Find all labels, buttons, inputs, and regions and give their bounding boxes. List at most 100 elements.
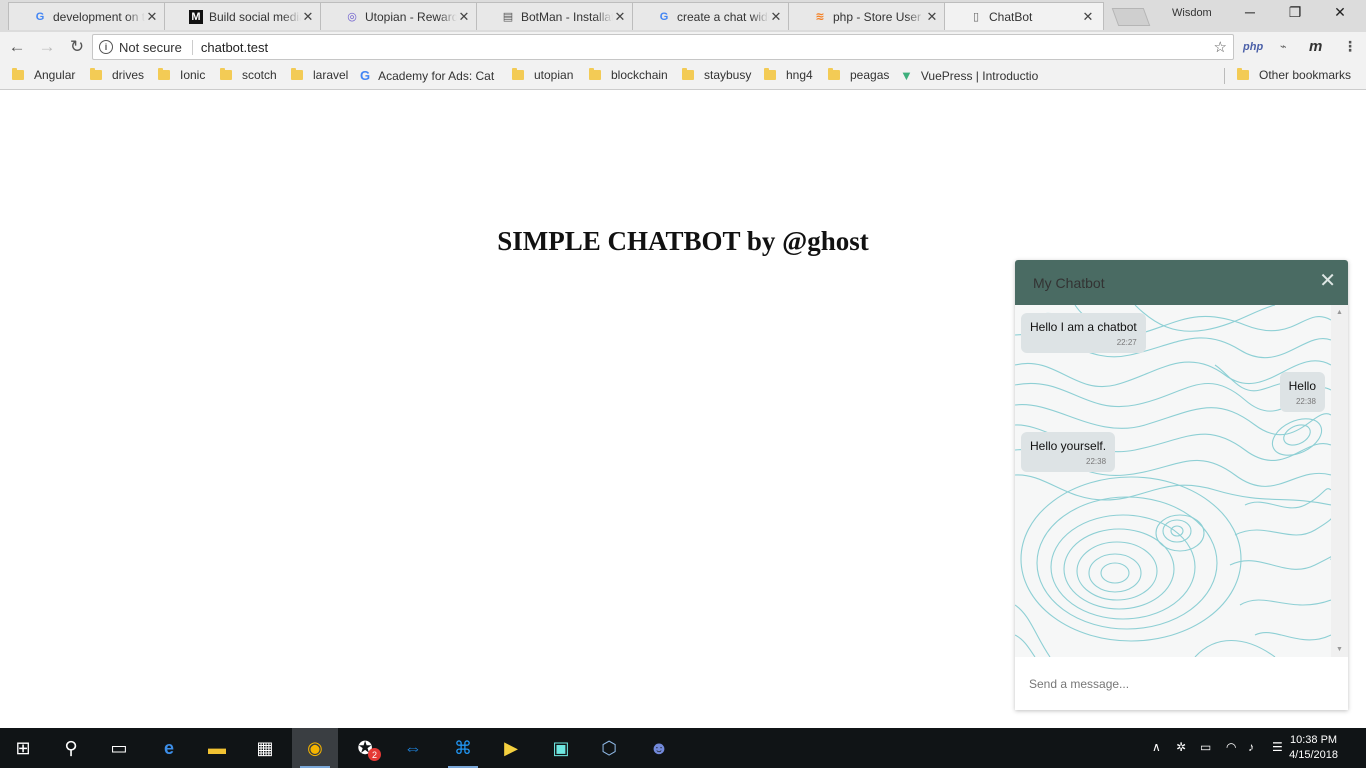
search-icon[interactable]: ⚲	[48, 728, 94, 768]
folder-icon	[828, 68, 840, 80]
bookmark-label: staybusy	[704, 68, 752, 82]
bookmark-blockchain[interactable]: blockchain	[589, 68, 668, 82]
terminal-icon[interactable]: ▣	[538, 728, 584, 768]
tab-strip: G development on the ✕ M Build social me…	[0, 0, 1366, 32]
bookmark-laravel[interactable]: laravel	[291, 68, 348, 82]
tab-5[interactable]: G create a chat widget ✕	[632, 2, 792, 30]
chat-header: My Chatbot ✕	[1015, 260, 1348, 305]
bookmark-label: Ionic	[180, 68, 206, 82]
chrome-icon[interactable]: ◉	[292, 728, 338, 768]
tab-2[interactable]: M Build social media ✕	[164, 2, 324, 30]
folder-icon	[291, 68, 303, 80]
page-icon: ▯	[972, 11, 980, 23]
bookmark-label: laravel	[313, 68, 349, 82]
google-icon: G	[659, 10, 669, 23]
folder-icon	[158, 68, 170, 80]
chevron-up-icon[interactable]: ∧	[1152, 740, 1161, 754]
message-input[interactable]	[1015, 658, 1348, 710]
url-text[interactable]: chatbot.test	[201, 40, 268, 55]
tab-title: BotMan - Installation	[521, 9, 613, 24]
folder-icon	[220, 68, 232, 80]
bot-message: Hello I am a chatbot 22:27	[1021, 313, 1146, 353]
tab-title: ChatBot	[989, 9, 1033, 24]
tab-3[interactable]: ◎ Utopian - Rewarding ✕	[320, 2, 480, 30]
close-icon[interactable]: ✕	[769, 9, 783, 25]
bookmark-label: utopian	[534, 68, 574, 82]
minimize-icon[interactable]: ─	[1230, 4, 1270, 20]
teamviewer-icon[interactable]: ⇔	[390, 728, 436, 768]
security-indicator[interactable]: Not secure	[119, 39, 193, 55]
folder-icon	[1237, 68, 1249, 80]
bookmark-angular[interactable]: Angular	[12, 68, 75, 82]
other-bookmarks[interactable]: Other bookmarks	[1237, 68, 1351, 82]
chat-widget: My Chatbot ✕ Hello I am a chatbot 22:27 …	[1015, 260, 1348, 710]
scroll-up-icon[interactable]: ▲	[1336, 309, 1343, 316]
virtualbox-icon[interactable]: ⬡	[586, 728, 632, 768]
file-explorer-icon[interactable]: ▬	[194, 728, 240, 768]
edge-icon[interactable]: e	[146, 728, 192, 768]
message-text: Hello	[1288, 379, 1316, 393]
window-close-icon[interactable]: ✕	[1320, 4, 1360, 21]
message-text: Hello I am a chatbot	[1030, 320, 1137, 334]
volume-icon[interactable]: ♪	[1248, 740, 1254, 754]
address-bar[interactable]: i Not secure chatbot.test ☆	[92, 34, 1234, 60]
bookmark-label: Angular	[34, 68, 76, 82]
reload-icon[interactable]: ↻	[64, 34, 90, 60]
game-app-icon[interactable]: ✪ 2	[342, 728, 388, 768]
close-icon[interactable]: ✕	[145, 9, 159, 25]
bookmark-hng4[interactable]: hng4	[764, 68, 813, 82]
close-icon[interactable]: ✕	[1319, 268, 1336, 293]
bookmark-staybusy[interactable]: staybusy	[682, 68, 751, 82]
php-extension-icon[interactable]: php	[1243, 41, 1263, 53]
start-icon[interactable]: ⊞	[0, 728, 46, 768]
tab-title: Build social media	[209, 9, 301, 24]
tab-1[interactable]: G development on the ✕	[8, 2, 168, 30]
notifications-icon[interactable]: ☰	[1272, 740, 1283, 754]
restore-icon[interactable]: ❐	[1275, 4, 1315, 21]
tab-title: php - Store User m	[833, 9, 925, 24]
scroll-down-icon[interactable]: ▼	[1336, 646, 1343, 653]
back-arrow-icon[interactable]: ←	[4, 34, 30, 60]
bookmark-vuepress[interactable]: ▼ VuePress | Introductio	[900, 68, 1040, 83]
bookmark-ionic[interactable]: Ionic	[158, 68, 205, 82]
new-tab-button[interactable]	[1111, 8, 1151, 26]
store-icon[interactable]: ▦	[242, 728, 288, 768]
info-icon[interactable]: i	[99, 40, 113, 54]
task-view-icon[interactable]: ▭	[96, 728, 142, 768]
bookmark-drives[interactable]: drives	[90, 68, 144, 82]
star-icon[interactable]: ☆	[1214, 38, 1227, 56]
chat-messages-area[interactable]: Hello I am a chatbot 22:27 Hello 22:38 H…	[1015, 305, 1331, 657]
folder-icon	[512, 68, 524, 80]
close-icon[interactable]: ✕	[301, 9, 315, 25]
bookmark-scotch[interactable]: scotch	[220, 68, 277, 82]
link-extension-icon[interactable]: ⌁	[1280, 40, 1287, 53]
tab-title: Utopian - Rewarding	[365, 9, 457, 24]
bookmark-label: VuePress | Introductio	[920, 68, 1039, 83]
close-icon[interactable]: ✕	[1081, 9, 1095, 25]
tab-7-active[interactable]: ▯ ChatBot ✕	[944, 2, 1104, 30]
battery-icon[interactable]: ▭	[1200, 740, 1211, 754]
system-clock[interactable]: 10:38 PM 4/15/2018	[1289, 733, 1338, 763]
m-extension-icon[interactable]: m	[1309, 38, 1322, 55]
tab-6[interactable]: ≋ php - Store User m ✕	[788, 2, 948, 30]
chat-scrollbar[interactable]: ▲ ▼	[1331, 305, 1348, 657]
bookmark-peagas[interactable]: peagas	[828, 68, 889, 82]
close-icon[interactable]: ✕	[613, 9, 627, 25]
bookmark-academy-for-ads[interactable]: G Academy for Ads: Cat	[360, 68, 496, 83]
windows-taskbar: ⊞ ⚲ ▭ e ▬ ▦ ◉ ✪ 2 ⇔ ⌘ ▶ ▣ ⬡ ☻ ∧ ✲ ▭ ◠ ♪ 1…	[0, 728, 1366, 768]
vue-icon: ▼	[900, 68, 913, 83]
settings-icon[interactable]: ✲	[1176, 740, 1186, 754]
vscode-icon[interactable]: ⌘	[440, 728, 486, 768]
discord-icon[interactable]: ☻	[636, 728, 682, 768]
profile-name[interactable]: Wisdom	[1172, 7, 1212, 19]
close-icon[interactable]: ✕	[925, 9, 939, 25]
close-icon[interactable]: ✕	[457, 9, 471, 25]
menu-icon[interactable]: ⋮	[1343, 38, 1357, 55]
google-icon: G	[360, 68, 371, 83]
wifi-icon[interactable]: ◠	[1226, 740, 1236, 754]
player-icon[interactable]: ▶	[488, 728, 534, 768]
bookmark-utopian[interactable]: utopian	[512, 68, 573, 82]
message-time: 22:38	[1086, 457, 1107, 466]
tab-4[interactable]: ▤ BotMan - Installation ✕	[476, 2, 636, 30]
forward-arrow-icon[interactable]: →	[34, 34, 60, 60]
